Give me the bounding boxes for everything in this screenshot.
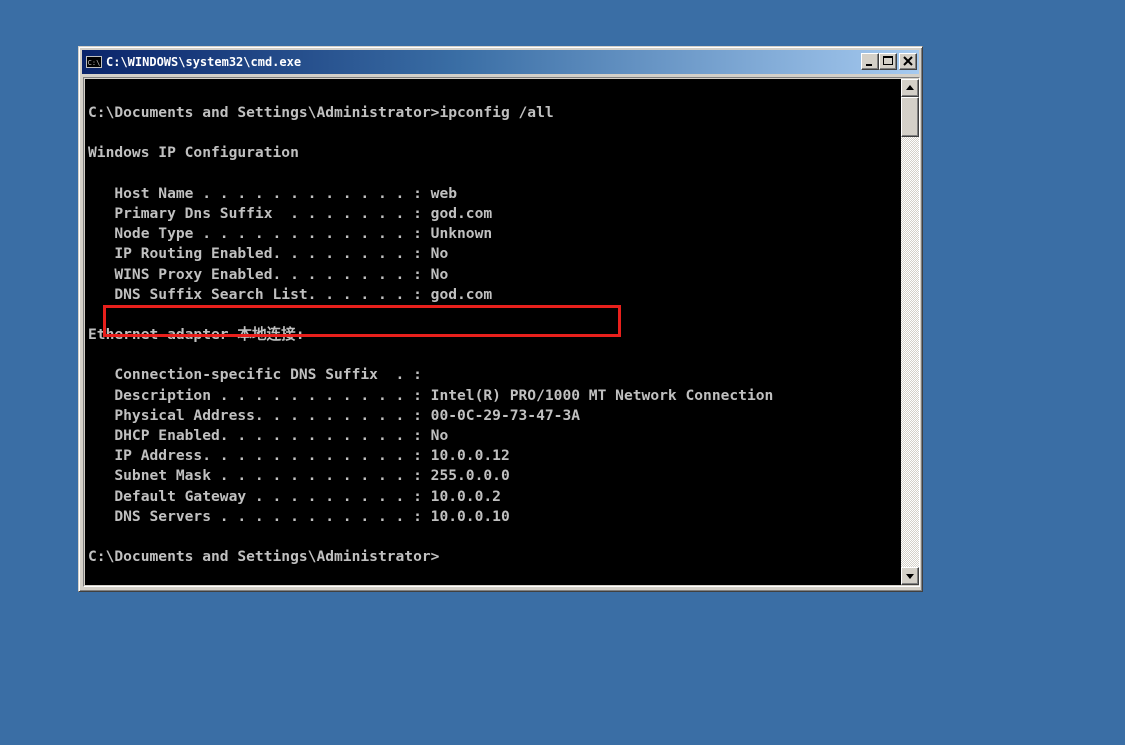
console-line: IP Address. . . . . . . . . . . . : 10.0…: [88, 447, 510, 465]
console-line: C:\Documents and Settings\Administrator>: [88, 548, 440, 566]
window-controls: [861, 53, 917, 70]
window-title: C:\WINDOWS\system32\cmd.exe: [106, 55, 302, 69]
console-line: Primary Dns Suffix . . . . . . . : god.c…: [88, 204, 493, 222]
console-line: WINS Proxy Enabled. . . . . . . . : No: [88, 265, 449, 283]
desktop: C:\ C:\WINDOWS\system32\cmd.exe C:\Docum…: [0, 0, 1125, 745]
close-icon: [903, 56, 913, 66]
console-line: Physical Address. . . . . . . . . : 00-0…: [88, 406, 581, 424]
close-button[interactable]: [899, 53, 917, 70]
console-text: C:\Documents and Settings\Administrator>…: [88, 103, 773, 567]
console-line: IP Routing Enabled. . . . . . . . : No: [88, 245, 449, 263]
console-line: Subnet Mask . . . . . . . . . . . : 255.…: [88, 467, 510, 485]
console-line: Host Name . . . . . . . . . . . . : web: [88, 184, 458, 202]
cmd-icon[interactable]: C:\: [86, 56, 102, 68]
console-line: Windows IP Configuration: [88, 144, 299, 162]
arrow-down-icon: [906, 574, 914, 579]
console-line: DHCP Enabled. . . . . . . . . . . : No: [88, 427, 449, 444]
console-line: DNS Servers . . . . . . . . . . . : 10.0…: [88, 507, 510, 525]
title-bar[interactable]: C:\ C:\WINDOWS\system32\cmd.exe: [82, 50, 919, 74]
scroll-up-button[interactable]: [901, 79, 919, 97]
maximize-icon: [883, 56, 893, 65]
minimize-button[interactable]: [861, 53, 879, 70]
console-line: Description . . . . . . . . . . . : Inte…: [88, 386, 774, 404]
console-line: DNS Suffix Search List. . . . . . : god.…: [88, 285, 493, 303]
scroll-thumb[interactable]: [901, 97, 919, 137]
vertical-scrollbar[interactable]: [901, 79, 919, 585]
minimize-icon: [866, 64, 872, 66]
console-line: Default Gateway . . . . . . . . . : 10.0…: [88, 487, 501, 505]
console-line: Connection-specific DNS Suffix . :: [88, 366, 422, 384]
console-line: C:\Documents and Settings\Administrator>…: [88, 104, 554, 121]
arrow-up-icon: [906, 85, 914, 90]
console-line: Ethernet adapter 本地连接:: [88, 326, 305, 344]
maximize-button[interactable]: [879, 53, 897, 70]
scroll-down-button[interactable]: [901, 567, 919, 585]
console-output[interactable]: C:\Documents and Settings\Administrator>…: [85, 79, 901, 585]
console-line: Node Type . . . . . . . . . . . . : Unkn…: [88, 225, 493, 243]
console-frame: C:\Documents and Settings\Administrator>…: [83, 77, 920, 587]
cmd-window[interactable]: C:\ C:\WINDOWS\system32\cmd.exe C:\Docum…: [78, 46, 923, 592]
